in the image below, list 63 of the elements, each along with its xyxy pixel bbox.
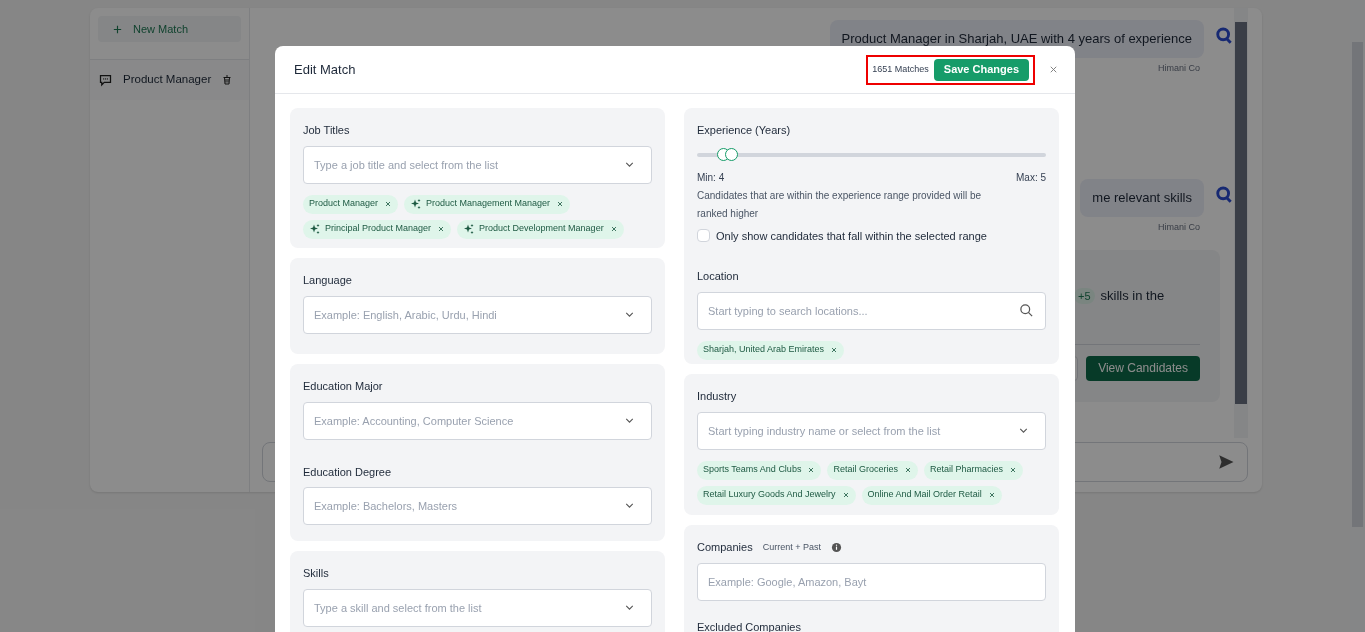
field-label: Education Major: [303, 379, 383, 394]
tag-chip: Retail Groceries: [827, 460, 918, 480]
input-field[interactable]: Example: Accounting, Computer Science: [303, 401, 652, 440]
remove-icon[interactable]: [830, 346, 839, 354]
input-field[interactable]: Example: Bachelors, Masters: [303, 487, 652, 525]
input-field[interactable]: Type a skill and select from the list: [303, 588, 652, 627]
checkbox[interactable]: [697, 229, 710, 243]
tag-chip: Retail Luxury Goods And Jewelry: [697, 485, 856, 505]
remove-icon[interactable]: [437, 225, 446, 233]
tag-chip: Retail Pharmacies: [923, 460, 1023, 480]
sender-name: Himani Co: [1158, 220, 1200, 234]
view-candidates-button[interactable]: View Candidates: [1086, 355, 1200, 381]
remove-icon[interactable]: [807, 466, 816, 474]
tag-chip: Product Development Manager: [457, 219, 624, 239]
remove-icon[interactable]: [903, 466, 912, 474]
sender-name: Himani Co: [1158, 61, 1200, 75]
field-label: Skills: [303, 566, 329, 581]
remove-icon[interactable]: [384, 200, 393, 208]
search-icon[interactable]: [1019, 302, 1034, 318]
tag-chip: Online And Mail Order Retail: [861, 485, 1002, 505]
field-hint: Current + Past: [762, 540, 821, 554]
input-field[interactable]: Start typing to search locations...: [697, 291, 1046, 330]
tag-chip: Sports Teams And Clubs: [697, 460, 822, 480]
tag-chip: Product Management Manager: [404, 194, 571, 214]
info-icon[interactable]: [830, 541, 842, 553]
match-count: 1651 Matches: [872, 62, 929, 76]
checkbox-label[interactable]: Only show candidates that fall within the selected range: [716, 227, 987, 244]
dialog-title: Edit Match: [294, 60, 356, 79]
field-label: Location: [697, 269, 739, 284]
assistant-logo-icon: [1214, 185, 1234, 205]
remove-icon[interactable]: [841, 491, 850, 499]
chat-icon: [98, 72, 113, 88]
trash-icon[interactable]: [221, 74, 234, 86]
card-text: skills in the: [1100, 287, 1165, 305]
helper-text: Candidates that are within the experience range provided will be ranked higher: [697, 188, 983, 221]
remove-icon[interactable]: [1008, 466, 1017, 474]
remove-icon[interactable]: [987, 491, 996, 499]
min-value: Min: 4: [697, 170, 725, 185]
input-field[interactable]: Example: English, Arabic, Urdu, Hindi: [303, 295, 652, 334]
input-field[interactable]: Start typing industry name or select from the list: [697, 411, 1046, 450]
plus-icon: [112, 23, 123, 35]
input-field[interactable]: Example: Google, Amazon, Bayt: [697, 562, 1046, 601]
remove-icon[interactable]: [609, 225, 618, 233]
field-label: Experience (Years): [697, 123, 792, 138]
tag-chip: Principal Product Manager: [303, 219, 452, 239]
max-value: Max: 5: [1016, 170, 1046, 185]
remove-icon[interactable]: [556, 200, 565, 208]
field-label: Industry: [697, 389, 737, 404]
tag-chip: Sharjah, United Arab Emirates: [697, 340, 845, 360]
field-label: Education Degree: [303, 464, 392, 480]
send-icon[interactable]: [1217, 453, 1235, 471]
assistant-logo-icon: [1214, 26, 1234, 46]
scrollbar[interactable]: [1234, 8, 1248, 438]
new-match-button[interactable]: New Match: [98, 16, 241, 42]
field-label: Job Titles: [303, 123, 350, 138]
field-label: Companies: [697, 540, 753, 555]
field-label: Language: [303, 273, 352, 288]
message-bubble: me relevant skills: [1080, 179, 1204, 217]
tag-chip: Product Manager: [303, 194, 399, 214]
field-label: Excluded Companies: [697, 619, 801, 632]
close-icon[interactable]: [1048, 64, 1059, 75]
input-field[interactable]: Type a job title and select from the list: [303, 145, 652, 184]
save-changes-button[interactable]: Save Changes: [933, 58, 1029, 81]
